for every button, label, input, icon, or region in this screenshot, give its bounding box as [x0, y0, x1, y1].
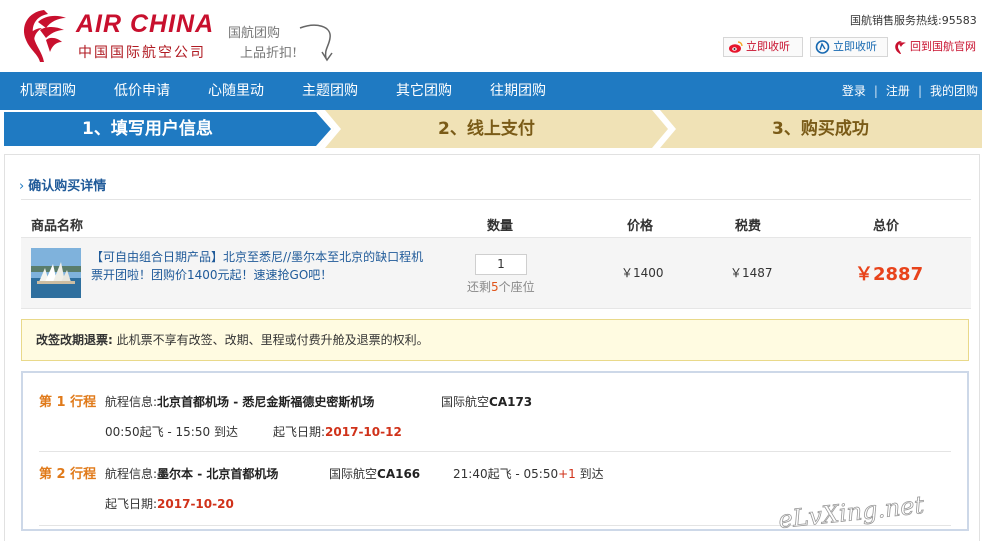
svg-text:eLvXing.net: eLvXing.net	[777, 491, 926, 532]
account-links: 登录 | 注册 | 我的团购	[842, 72, 978, 110]
arrow-icon	[299, 24, 333, 62]
date-label: 起飞日期:	[273, 425, 326, 439]
arrival-suffix: 到达	[575, 467, 604, 481]
leg-1-route: 航程信息:北京首都机场 - 悉尼金斯福德史密斯机场	[105, 393, 374, 410]
elvxing-watermark-logo: eLvXing.net	[777, 490, 926, 532]
back-to-airchina-link[interactable]: 回到国航官网	[893, 38, 976, 56]
divider	[39, 451, 951, 452]
nav-item-other[interactable]: 其它团购	[396, 72, 452, 110]
nav-item-past[interactable]: 往期团购	[490, 72, 546, 110]
route-info-label: 航程信息:	[105, 467, 158, 481]
departure-date: 2017-10-12	[325, 425, 402, 439]
route-value: 北京首都机场 - 悉尼金斯福德史密斯机场	[157, 395, 375, 409]
col-product: 商品名称	[31, 219, 84, 234]
sales-hotline: 国航销售服务热线:95583	[850, 14, 977, 27]
col-price: 价格	[627, 219, 654, 234]
nav-item-heart-miles[interactable]: 心随里动	[208, 72, 264, 110]
groupbuy-slogan: 国航团购 上品折扣!	[226, 18, 356, 66]
remaining-count: 5	[491, 280, 499, 294]
col-total: 总价	[873, 219, 900, 234]
leg-2-route: 航程信息:墨尔本 - 北京首都机场	[105, 465, 278, 482]
col-tax: 税费	[735, 219, 762, 234]
promo-line-2: 上品折扣!	[240, 46, 298, 61]
qq-follow-label: 立即收听	[833, 40, 877, 53]
qq-weibo-follow-button[interactable]: 立即收听	[810, 37, 888, 57]
leg-2-times: 21:40起飞 - 05:50+1 到达	[453, 465, 604, 482]
tax-amount: ￥1487	[730, 266, 773, 280]
leg-1-times: 00:50起飞 - 15:50 到达	[105, 425, 238, 439]
total-price: ￥2887	[855, 264, 924, 285]
change-refund-notice: 改签改期退票: 此机票不享有改签、改期、里程或付费升舱及退票的权利。	[21, 319, 969, 361]
checkout-steps: 1、填写用户信息 2、线上支付 3、购买成功	[0, 110, 982, 148]
my-groupbuy-link[interactable]: 我的团购	[930, 84, 978, 98]
order-panel: › 确认购买详情 商品名称 数量 价格 税费 总价 【可自由组合日期产品】北京至悉…	[4, 154, 980, 541]
col-quantity: 数量	[487, 219, 514, 234]
qq-weibo-icon	[815, 40, 830, 54]
chevron-right-icon: ›	[19, 179, 25, 194]
notice-label: 改签改期退票:	[36, 333, 113, 347]
weibo-icon	[729, 41, 743, 53]
unit-price: ￥1400	[621, 266, 664, 280]
home-link-label: 回到国航官网	[910, 40, 976, 53]
next-day-marker: +1	[558, 467, 576, 481]
register-link[interactable]: 注册	[886, 84, 910, 98]
site-header: AIR CHINA 中国国际航空公司 国航团购 上品折扣! 国航销售服务热线:9…	[0, 0, 982, 72]
phoenix-small-icon	[895, 41, 906, 54]
nav-separator: |	[917, 84, 922, 98]
table-row: 【可自由组合日期产品】北京至悉尼//墨尔本至北京的缺口程机票开团啦！团购价140…	[21, 237, 971, 309]
leg-2-label: 第 2 行程	[39, 467, 97, 482]
sydney-opera-house-thumbnail[interactable]	[31, 248, 81, 298]
step-fill-info: 1、填写用户信息	[82, 119, 213, 139]
nav-item-low-price[interactable]: 低价申请	[114, 72, 170, 110]
nav-item-theme[interactable]: 主题团购	[302, 72, 358, 110]
brand-name-cn: 中国国际航空公司	[78, 45, 206, 61]
promo-line-1: 国航团购	[228, 26, 281, 41]
departure-date: 2017-10-20	[157, 497, 234, 511]
flight-number: CA166	[377, 467, 421, 481]
weibo-follow-label: 立即收听	[746, 40, 790, 53]
remaining-seats: 还剩5个座位	[467, 278, 535, 295]
departure-arrival: 21:40起飞 - 05:50	[453, 467, 559, 481]
remaining-prefix: 还剩	[467, 280, 492, 294]
leg-2-flight: 国际航空CA166	[329, 465, 420, 482]
air-china-logo-icon[interactable]	[14, 6, 70, 64]
leg-1-label: 第 1 行程	[39, 395, 97, 410]
leg-2-date: 起飞日期:2017-10-20	[105, 495, 234, 512]
main-nav: 机票团购 低价申请 心随里动 主题团购 其它团购 往期团购 登录 | 注册 | 我的团购	[0, 72, 982, 110]
route-value: 墨尔本 - 北京首都机场	[157, 467, 279, 481]
step-purchase-success: 3、购买成功	[772, 119, 869, 139]
login-link[interactable]: 登录	[842, 84, 866, 98]
weibo-follow-button[interactable]: 立即收听	[723, 37, 803, 57]
flight-number: CA173	[489, 395, 533, 409]
airline-name: 国际航空	[441, 395, 490, 409]
brand-name-en: AIR CHINA	[76, 10, 215, 38]
leg-1-flight: 国际航空CA173	[441, 393, 532, 410]
route-info-label: 航程信息:	[105, 395, 158, 409]
remaining-suffix: 个座位	[498, 280, 535, 294]
confirm-details-title: › 确认购买详情	[19, 175, 106, 194]
nav-item-flight-groupbuy[interactable]: 机票团购	[20, 72, 76, 110]
divider	[21, 199, 971, 200]
notice-text: 此机票不享有改签、改期、里程或付费升舱及退票的权利。	[112, 333, 429, 347]
nav-separator: |	[873, 84, 878, 98]
leg-1-date: 起飞日期:2017-10-12	[273, 423, 402, 440]
date-label: 起飞日期:	[105, 497, 158, 511]
confirm-details-label: 确认购买详情	[28, 179, 107, 194]
order-table-header: 商品名称 数量 价格 税费 总价	[21, 211, 971, 237]
step-online-payment: 2、线上支付	[438, 119, 535, 139]
product-title-link[interactable]: 【可自由组合日期产品】北京至悉尼//墨尔本至北京的缺口程机票开团啦！团购价140…	[91, 248, 431, 284]
quantity-input[interactable]: 1	[475, 254, 527, 275]
airline-name: 国际航空	[329, 467, 378, 481]
